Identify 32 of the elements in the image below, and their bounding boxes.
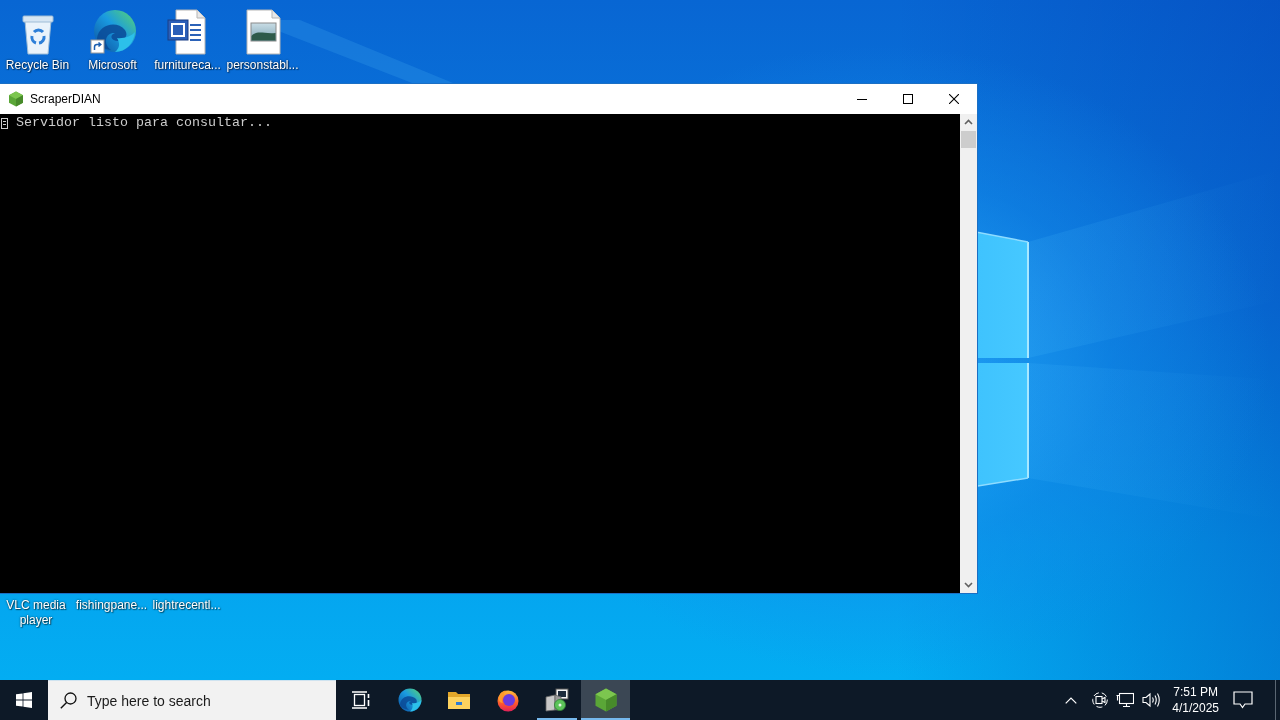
clock-date[interactable]: 4/1/2025 [1172,700,1219,716]
desktop-shortcut-label[interactable]: lightrecentl... [150,598,223,613]
hexagon-icon [8,91,24,107]
desktop-shortcut-label[interactable]: VLC media player [6,598,66,628]
notification-icon[interactable] [1233,691,1253,709]
search-icon [60,692,77,709]
hexagon-icon [594,688,617,712]
window-title: ScraperDIAN [30,92,101,106]
network-icon[interactable] [1116,692,1135,708]
desktop-shortcut[interactable]: Recycle Bin [0,8,75,73]
desktop-shortcut[interactable]: Microsoft [75,8,150,73]
chevron-up-icon[interactable] [1065,696,1078,704]
console-line: Servidor listo para consultar... [16,115,272,131]
camera-icon[interactable] [1092,692,1109,708]
minimize-icon [857,98,867,100]
swirl-icon [397,688,422,712]
flame-globe-icon [495,688,520,712]
maximize-icon [903,94,913,104]
speaker-icon[interactable] [1142,692,1161,708]
desktop-shortcut-label[interactable]: fishingpane... [75,598,148,613]
close-icon [949,94,959,104]
vertical-scrollbar[interactable] [960,114,977,593]
clock-time[interactable]: 7:51 PM [1173,684,1218,700]
swirl-icon [88,8,137,56]
desktop-shortcut[interactable]: personstabl... [225,8,300,73]
package-disc-icon [544,688,569,712]
search-field[interactable]: Type here to search [48,680,336,720]
folder-icon [446,690,471,710]
start-icon [16,692,32,708]
scrollbar-thumb[interactable] [961,131,976,148]
task-view-icon [350,691,371,709]
desktop-shortcut[interactable]: furnitureca... [150,8,225,73]
